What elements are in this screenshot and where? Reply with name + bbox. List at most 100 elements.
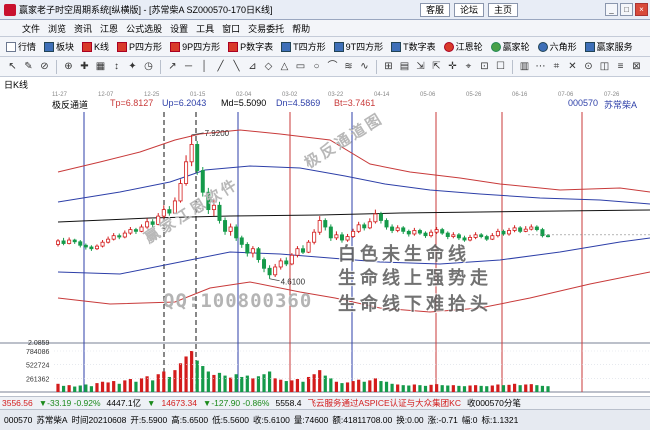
volume-bar <box>435 384 439 392</box>
menu-item-9[interactable]: 帮助 <box>292 22 310 35</box>
draw-tool-icon-10[interactable]: ─ <box>182 60 195 73</box>
channel-bottom-line <box>57 271 650 313</box>
draw-tool-icon-20[interactable]: ≋ <box>342 60 355 73</box>
menu-item-3[interactable]: 江恩 <box>100 22 118 35</box>
draw-tool-icon-8[interactable]: ◷ <box>142 60 155 73</box>
draw-tool-icon-9[interactable]: ↗ <box>166 60 179 73</box>
draw-tool-icon-31[interactable]: ⋯ <box>534 60 547 73</box>
candle-body <box>339 234 344 241</box>
menu-item-8[interactable]: 交易委托 <box>248 22 284 35</box>
draw-tool-icon-1[interactable]: ✎ <box>22 60 35 73</box>
draw-tool-icon-33[interactable]: ✕ <box>566 60 579 73</box>
toolbar-button-hexagon[interactable]: 六角形 <box>536 39 579 55</box>
draw-tool-icon-18[interactable]: ○ <box>310 60 323 73</box>
draw-tool-icon-37[interactable]: ⊠ <box>630 60 643 73</box>
draw-tool-icon-3[interactable]: ⊕ <box>62 60 75 73</box>
forum-link[interactable]: 论坛 <box>454 3 485 17</box>
status-code: 000570 <box>4 415 33 425</box>
volume-bar <box>451 385 455 392</box>
high-price-label: 7.9200 <box>205 129 230 138</box>
volume-bar <box>340 383 344 392</box>
close-button[interactable]: × <box>635 3 648 16</box>
draw-tool-icon-32[interactable]: ⌗ <box>550 60 563 73</box>
candle-body <box>529 226 534 230</box>
draw-tool-icon-14[interactable]: ⊿ <box>246 60 259 73</box>
menu-item-2[interactable]: 资讯 <box>74 22 92 35</box>
draw-tool-icon-22[interactable]: ⊞ <box>382 60 395 73</box>
draw-tool-icon-13[interactable]: ╲ <box>230 60 243 73</box>
volume-bar <box>306 376 311 392</box>
draw-tool-icon-30[interactable]: ▥ <box>518 60 531 73</box>
volume-bar <box>256 376 261 392</box>
kline-svg[interactable]: 7.9200 4.6100 2.0859 784086 522724 261362 <box>0 112 650 394</box>
volume-bar <box>418 385 422 392</box>
dn-value: Dn=4.5869 <box>276 98 321 108</box>
menu-item-7[interactable]: 窗口 <box>222 22 240 35</box>
tab-daily-kline[interactable]: 日K线 <box>4 78 28 91</box>
draw-tool-icon-23[interactable]: ▤ <box>398 60 411 73</box>
square-p-icon <box>117 41 128 52</box>
draw-tool-icon-15[interactable]: ◇ <box>262 60 275 73</box>
draw-tool-icon-29[interactable]: ☐ <box>494 60 507 73</box>
menu-item-1[interactable]: 浏览 <box>48 22 66 35</box>
home-link[interactable]: 主页 <box>488 3 519 17</box>
draw-tool-icon-0[interactable]: ↖ <box>6 60 19 73</box>
volume-bar <box>100 381 105 392</box>
candle-body <box>56 240 61 245</box>
draw-tool-icon-28[interactable]: ⊡ <box>478 60 491 73</box>
draw-tool-icon-2[interactable]: ⊘ <box>38 60 51 73</box>
candle-body <box>306 241 311 253</box>
toolbar-button-grid[interactable]: 行情 <box>4 39 38 55</box>
draw-tool-icon-34[interactable]: ⊙ <box>582 60 595 73</box>
toolbar-button-table-p[interactable]: P数字表 <box>226 39 275 55</box>
draw-tool-icon-27[interactable]: ⌖ <box>462 60 475 73</box>
volume-bar <box>78 385 82 392</box>
news-ticker[interactable]: 飞云服务通过ASPICE认证与大众集团KC <box>307 397 461 409</box>
draw-tool-icon-35[interactable]: ◫ <box>598 60 611 73</box>
toolbar-button-table-t[interactable]: T数字表 <box>389 39 438 55</box>
draw-tool-icon-21[interactable]: ∿ <box>358 60 371 73</box>
candle-body <box>239 237 244 245</box>
toolbar-label: P四方形 <box>129 42 163 52</box>
toolbar-button-blocks[interactable]: 板块 <box>42 39 76 55</box>
draw-tool-icon-26[interactable]: ✛ <box>446 60 459 73</box>
toolbar-separator <box>160 59 161 74</box>
draw-tool-icon-11[interactable]: │ <box>198 60 211 73</box>
toolbar-button-candle[interactable]: K线 <box>80 39 111 55</box>
toolbar-button-square-9p[interactable]: 9P四方形 <box>168 39 222 55</box>
toolbar-button-square-p[interactable]: P四方形 <box>115 39 164 55</box>
volume-bar <box>201 366 205 392</box>
toolbar-button-wheel[interactable]: 江恩轮 <box>442 39 485 55</box>
draw-tool-icon-25[interactable]: ⇱ <box>430 60 443 73</box>
toolbar-button-square-t[interactable]: T四方形 <box>279 39 328 55</box>
draw-tool-icon-6[interactable]: ↕ <box>110 60 123 73</box>
toolbar-button-winner-wheel[interactable]: 赢家轮 <box>489 39 532 55</box>
menu-item-5[interactable]: 设置 <box>170 22 188 35</box>
draw-tool-icon-12[interactable]: ╱ <box>214 60 227 73</box>
draw-tool-icon-36[interactable]: ≡ <box>614 60 627 73</box>
volume-bar <box>162 371 166 392</box>
draw-tool-icon-7[interactable]: ✦ <box>126 60 139 73</box>
toolbar-button-service[interactable]: 赢家服务 <box>583 39 635 55</box>
service-link[interactable]: 客服 <box>420 3 451 17</box>
draw-tool-icon-5[interactable]: ▦ <box>94 60 107 73</box>
volume-bar <box>112 381 116 392</box>
draw-tool-icon-17[interactable]: ▭ <box>294 60 307 73</box>
menu-item-6[interactable]: 工具 <box>196 22 214 35</box>
candle-body <box>117 235 122 238</box>
draw-tool-icon-4[interactable]: ✚ <box>78 60 91 73</box>
minimize-button[interactable]: _ <box>605 3 618 16</box>
draw-tool-icon-16[interactable]: △ <box>278 60 291 73</box>
status-swing: 换:0.00 <box>396 415 424 425</box>
kline-chart[interactable]: 7.9200 4.6100 2.0859 784086 522724 261362 <box>0 112 650 394</box>
draw-tool-icon-24[interactable]: ⇲ <box>414 60 427 73</box>
draw-tool-icon-19[interactable]: ⌒ <box>326 60 339 73</box>
maximize-button[interactable]: □ <box>620 3 633 16</box>
menu-item-0[interactable]: 文件 <box>22 22 40 35</box>
tp-value: Tp=6.8127 <box>110 98 154 108</box>
candle-body <box>289 254 294 265</box>
toolbar-button-square-9t[interactable]: 9T四方形 <box>332 39 386 55</box>
menu-item-4[interactable]: 公式选股 <box>126 22 162 35</box>
volume-bar <box>446 385 450 392</box>
volume-bar <box>501 385 506 392</box>
